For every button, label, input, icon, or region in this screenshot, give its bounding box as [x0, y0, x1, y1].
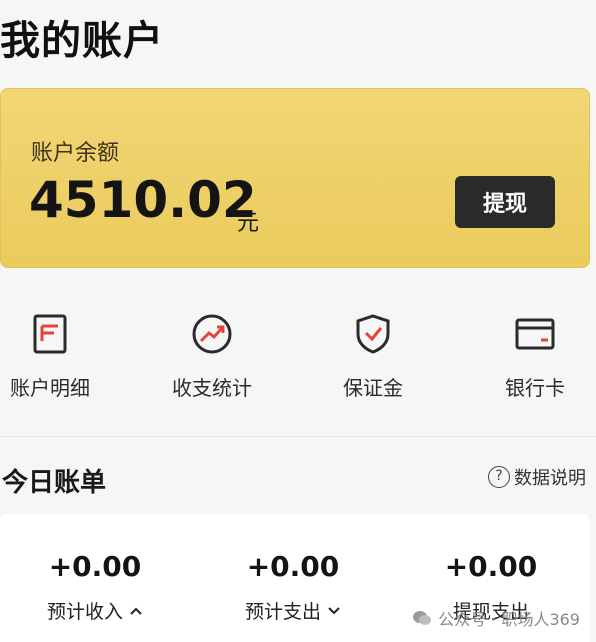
- bills-title: 今日账单: [2, 468, 107, 498]
- stat-expected-expense: +0.00 预计支出: [198, 550, 388, 624]
- wechat-icon: [413, 611, 432, 625]
- stat-value: +0.00: [48, 550, 142, 583]
- menu-item-income-stats[interactable]: 收支统计: [152, 300, 272, 400]
- quick-menu: 账户明细 收支统计 保证金 银行卡: [0, 300, 596, 410]
- menu-label: 保证金: [343, 376, 403, 400]
- page-title: 我的账户: [0, 18, 164, 64]
- stat-toggle-expected-income[interactable]: 预计收入: [47, 597, 143, 624]
- menu-item-account-details[interactable]: 账户明细: [0, 300, 110, 400]
- section-divider: [0, 436, 596, 437]
- data-explain-link[interactable]: ? 数据说明: [488, 464, 586, 490]
- bank-card-icon: [515, 318, 555, 350]
- menu-item-bank-card[interactable]: 银行卡: [475, 300, 595, 400]
- watermark-text: 公众号 · 职场人369: [438, 610, 580, 629]
- menu-label: 收支统计: [172, 376, 252, 400]
- stat-label: 预计收入: [46, 601, 123, 623]
- menu-label: 账户明细: [10, 376, 90, 400]
- withdraw-button[interactable]: 提现: [455, 176, 555, 228]
- balance-amount: 4510.02: [29, 171, 257, 229]
- balance-label: 账户余额: [31, 141, 120, 166]
- menu-item-deposit[interactable]: 保证金: [313, 300, 433, 400]
- chevron-up-icon: [130, 607, 142, 615]
- trend-chart-icon: [192, 314, 232, 354]
- shield-check-icon: [356, 314, 390, 354]
- menu-label: 银行卡: [505, 376, 565, 400]
- chevron-down-icon: [328, 606, 340, 614]
- balance-unit: 元: [237, 211, 260, 236]
- document-list-icon: [33, 314, 67, 354]
- stat-label: 预计支出: [244, 601, 321, 623]
- stat-value: +0.00: [246, 550, 340, 583]
- stat-expected-income: +0.00 预计收入: [0, 550, 190, 624]
- data-explain-label: 数据说明: [514, 468, 586, 489]
- stat-value: +0.00: [444, 550, 538, 583]
- watermark: 公众号 · 职场人369: [412, 606, 580, 630]
- question-circle-icon: ?: [488, 466, 510, 488]
- balance-card: 账户余额 4510.02 元 提现: [0, 88, 590, 268]
- stat-toggle-expected-expense[interactable]: 预计支出: [245, 597, 341, 624]
